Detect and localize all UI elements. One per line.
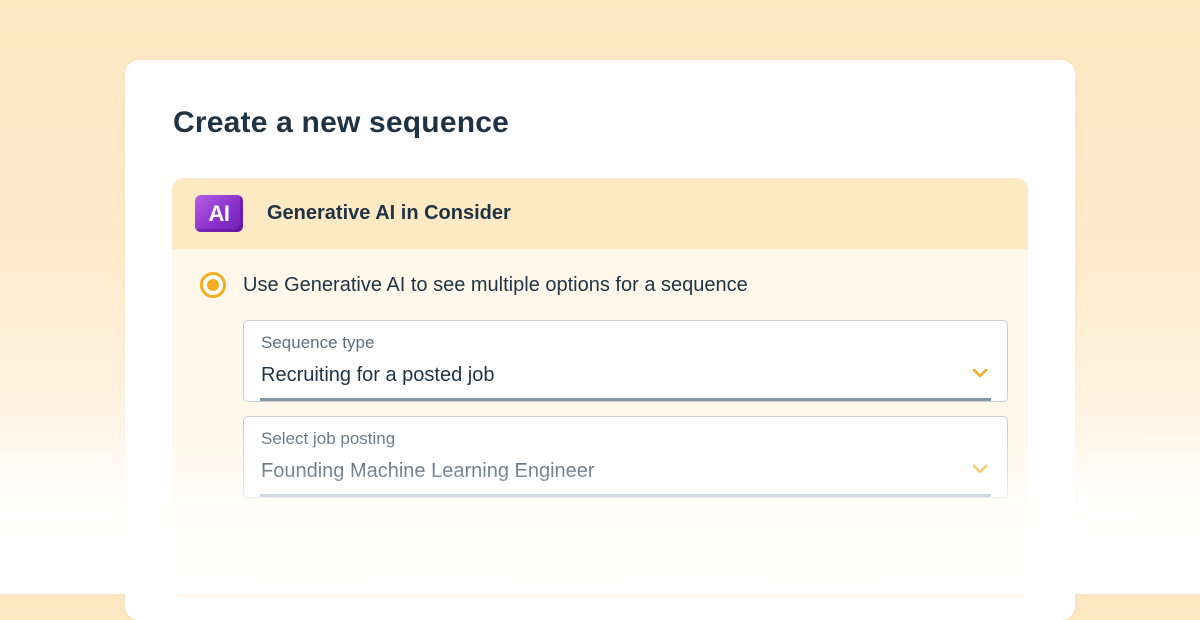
job-posting-select[interactable]: Select job posting Founding Machine Lear… [243,416,1008,498]
chevron-down-icon[interactable] [972,463,988,475]
chevron-down-icon[interactable] [972,367,988,379]
job-posting-label: Select job posting [261,429,396,448]
use-generative-ai-label[interactable]: Use Generative AI to see multiple option… [243,274,748,297]
generative-ai-panel: AI Generative AI in Consider Use Generat… [172,178,1028,598]
use-generative-ai-radio[interactable] [200,272,226,298]
ai-badge-icon: AI [195,195,243,232]
radio-selected-dot [207,279,219,291]
ai-badge-label: AI [208,201,231,226]
sequence-type-value: Recruiting for a posted job [261,364,495,386]
sequence-type-label: Sequence type [261,333,375,352]
job-posting-value: Founding Machine Learning Engineer [261,460,595,482]
job-posting-underline [260,494,991,497]
generative-ai-heading: Generative AI in Consider [267,202,511,224]
sequence-type-underline [260,398,991,401]
sequence-type-select[interactable]: Sequence type Recruiting for a posted jo… [243,320,1008,402]
generative-ai-header: AI Generative AI in Consider [172,178,1028,249]
create-sequence-dialog: Create a new sequence AI Generative AI i… [125,60,1075,620]
dialog-title: Create a new sequence [173,106,510,139]
